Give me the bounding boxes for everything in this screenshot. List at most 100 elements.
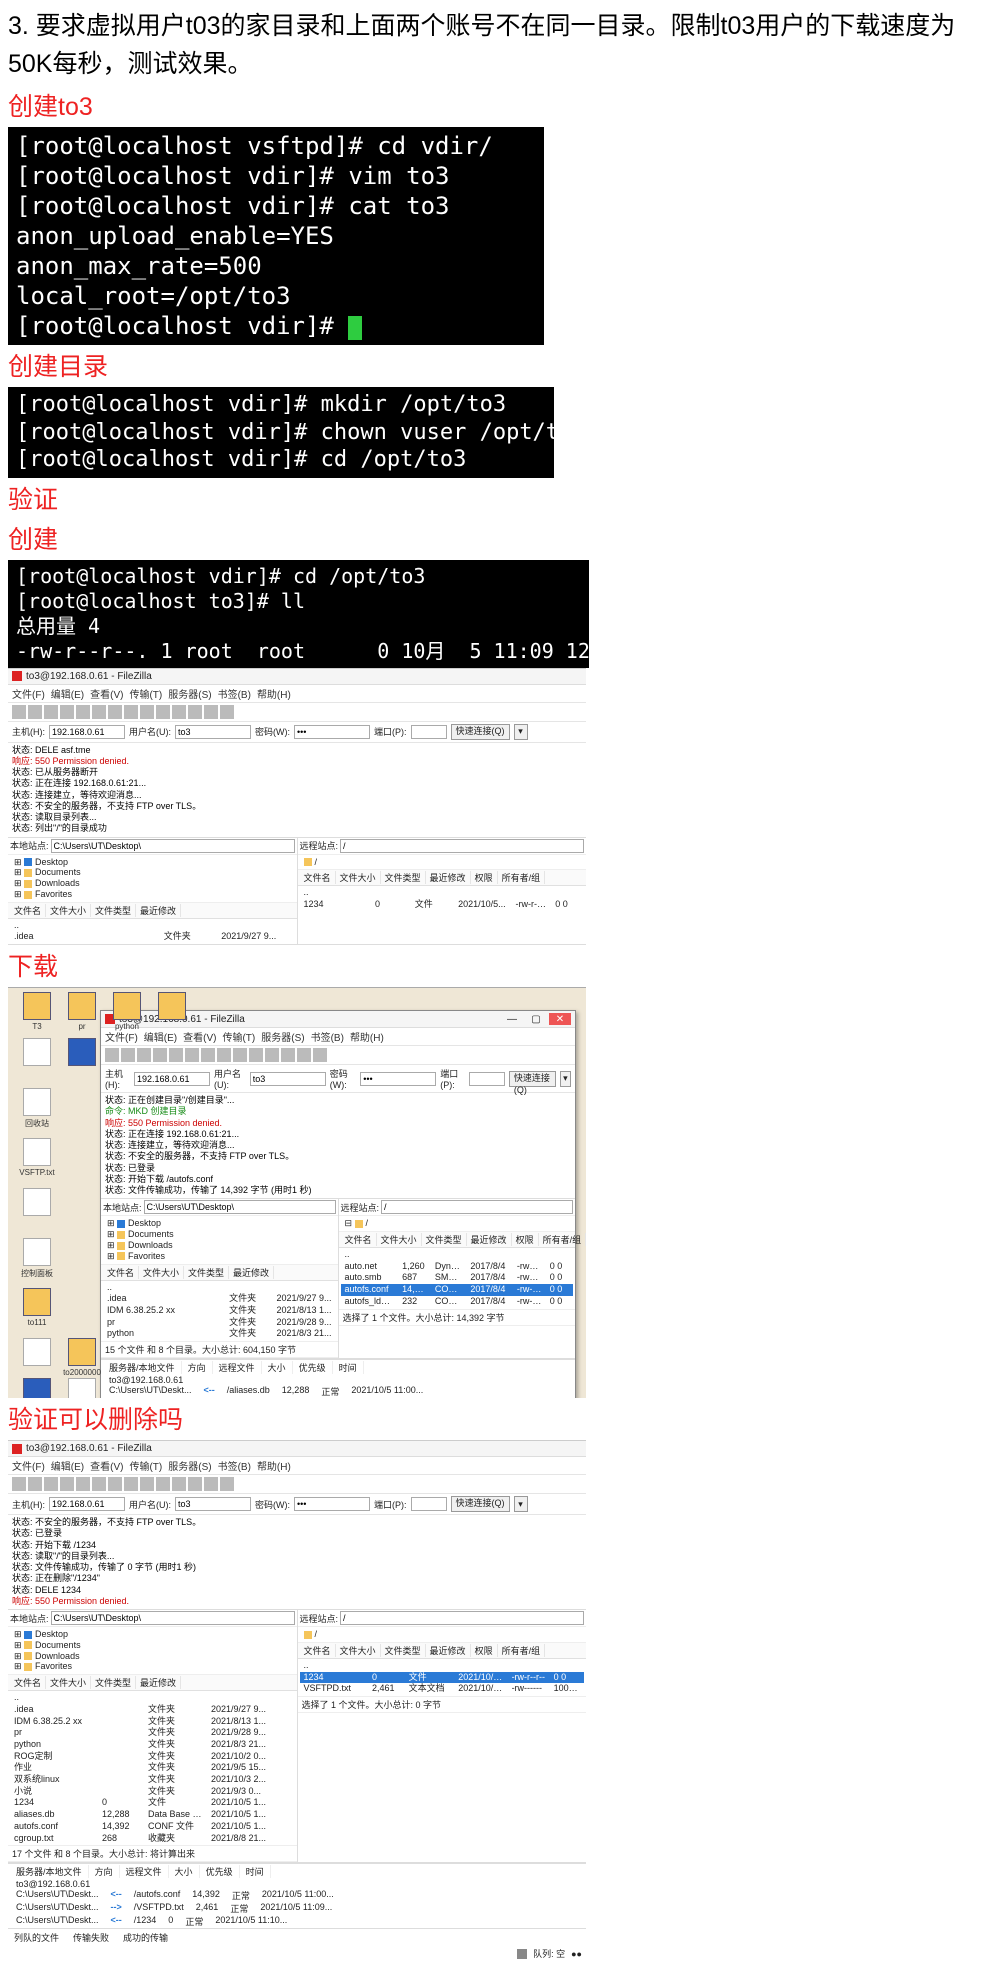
list-item[interactable]: python文件夹2021/8/3 21...	[10, 1739, 295, 1751]
remote-tree[interactable]: ⊟ /	[339, 1216, 576, 1232]
quickconnect-dropdown-icon[interactable]: ▾	[514, 1496, 528, 1512]
host-input[interactable]	[134, 1072, 210, 1086]
toolbar-button-icon[interactable]	[201, 1048, 215, 1062]
desktop-icon[interactable]: aliases.db	[63, 1378, 101, 1398]
column-header[interactable]: 最近修改	[136, 904, 181, 917]
list-item[interactable]: cgroup.txt268收藏夹2021/8/8 21...	[10, 1833, 295, 1845]
maximize-button[interactable]: ▢	[525, 1013, 547, 1025]
menu-item[interactable]: 查看(V)	[90, 1462, 123, 1473]
menubar[interactable]: 文件(F)编辑(E)查看(V)传输(T)服务器(S)书签(B)帮助(H)	[101, 1028, 575, 1046]
column-header[interactable]: 最近修改	[426, 1644, 471, 1657]
desktop-icon[interactable]	[18, 1378, 56, 1398]
column-header[interactable]: 权限	[512, 1233, 539, 1246]
list-item[interactable]: aliases.db12,288Data Base File2021/10/5 …	[10, 1809, 295, 1821]
column-header[interactable]: 文件大小	[336, 871, 381, 884]
column-header[interactable]: 文件类型	[422, 1233, 467, 1246]
bottom-tabs[interactable]: 列队的文件 传输失败 成功的传输	[8, 1928, 586, 1946]
queue-column-header[interactable]: 时间	[240, 1865, 271, 1878]
queue-column-header[interactable]: 优先级	[200, 1865, 240, 1878]
gear-icon[interactable]	[517, 1949, 527, 1959]
list-item[interactable]: autofs.conf14,392CONF 文件2021/10/5 1...	[10, 1821, 295, 1833]
menu-item[interactable]: 服务器(S)	[168, 1462, 211, 1473]
toolbar-button-icon[interactable]	[121, 1048, 135, 1062]
toolbar-button-icon[interactable]	[12, 1477, 26, 1491]
local-tree[interactable]: ⊞ Desktop⊞ Documents⊞ Downloads⊞ Favorit…	[101, 1216, 338, 1264]
toolbar[interactable]	[8, 703, 586, 722]
pass-input[interactable]	[294, 1497, 370, 1511]
tree-item[interactable]: ⊞ Downloads	[14, 1651, 291, 1662]
pass-input[interactable]	[360, 1072, 436, 1086]
quickconnect-button[interactable]: 快速连接(Q)	[451, 1496, 510, 1512]
toolbar-button-icon[interactable]	[188, 1477, 202, 1491]
column-header[interactable]: 文件类型	[91, 904, 136, 917]
desktop-icon[interactable]	[153, 992, 191, 1022]
column-header[interactable]: 文件大小	[46, 904, 91, 917]
host-input[interactable]	[49, 725, 125, 739]
titlebar[interactable]: to3@192.168.0.61 - FileZilla	[8, 1441, 586, 1457]
column-header[interactable]: 所有者/组	[539, 1233, 586, 1246]
menu-item[interactable]: 帮助(H)	[257, 1462, 291, 1473]
local-tree[interactable]: ⊞ Desktop⊞ Documents⊞ Downloads⊞ Favorit…	[8, 855, 297, 903]
toolbar-button-icon[interactable]	[76, 1477, 90, 1491]
column-header[interactable]: 所有者/组	[498, 871, 546, 884]
desktop-icon[interactable]: python	[108, 992, 146, 1031]
column-header[interactable]: 权限	[471, 1644, 498, 1657]
log-panel[interactable]: 状态: 不安全的服务器，不支持 FTP over TLS。状态: 已登录状态: …	[8, 1515, 586, 1610]
list-item[interactable]: 12340文件2021/10/5...-rw-r--r--0 0	[300, 899, 585, 911]
remote-path-input[interactable]	[340, 839, 584, 853]
remote-header-row[interactable]: 文件名文件大小文件类型最近修改权限所有者/组	[298, 1643, 587, 1659]
desktop-icon[interactable]: to111	[18, 1288, 56, 1327]
tab-success[interactable]: 成功的传输	[119, 1930, 172, 1945]
queue-column-header[interactable]: 服务器/本地文件	[10, 1865, 89, 1878]
menu-item[interactable]: 传输(T)	[222, 1033, 255, 1044]
tree-item[interactable]: ⊞ Favorites	[14, 1661, 291, 1672]
toolbar-button-icon[interactable]	[156, 705, 170, 719]
list-item[interactable]: .idea文件夹2021/9/27 9...	[10, 931, 295, 943]
toolbar-button-icon[interactable]	[220, 705, 234, 719]
column-header[interactable]: 文件大小	[46, 1676, 91, 1689]
local-path-input[interactable]	[144, 1200, 336, 1214]
toolbar-button-icon[interactable]	[217, 1048, 231, 1062]
menu-item[interactable]: 传输(T)	[129, 1462, 162, 1473]
toolbar-button-icon[interactable]	[92, 705, 106, 719]
list-item[interactable]: IDM 6.38.25.2 xx文件夹2021/8/13 1...	[10, 1716, 295, 1728]
local-file-list[interactable]: ...idea文件夹2021/9/27 9...IDM 6.38.25.2 xx…	[8, 1691, 297, 1845]
local-header-row[interactable]: 文件名文件大小文件类型最近修改	[8, 903, 297, 919]
host-input[interactable]	[49, 1497, 125, 1511]
toolbar-button-icon[interactable]	[105, 1048, 119, 1062]
queue-row[interactable]: to3@192.168.0.61	[8, 1879, 586, 1889]
tree-item[interactable]: ⊞ Documents	[14, 1640, 291, 1651]
remote-path-input[interactable]	[340, 1611, 584, 1625]
menu-item[interactable]: 传输(T)	[129, 690, 162, 701]
list-item[interactable]: ..	[10, 920, 295, 932]
menu-item[interactable]: 文件(F)	[12, 1462, 45, 1473]
queue-column-header[interactable]: 方向	[89, 1865, 120, 1878]
local-header-row[interactable]: 文件名文件大小文件类型最近修改	[8, 1675, 297, 1691]
remote-header-row[interactable]: 文件名文件大小文件类型最近修改权限所有者/组	[298, 870, 587, 886]
list-item[interactable]: autofs.conf14,392CONF ...2017/8/4-rw-r--…	[341, 1284, 574, 1296]
toolbar-button-icon[interactable]	[188, 705, 202, 719]
list-item[interactable]: autofs_ldap_au...232CONF ...2017/8/4-rw-…	[341, 1296, 574, 1308]
toolbar-button-icon[interactable]	[169, 1048, 183, 1062]
list-item[interactable]: .idea文件夹2021/9/27 9...	[103, 1293, 336, 1305]
menubar[interactable]: 文件(F)编辑(E)查看(V)传输(T)服务器(S)书签(B)帮助(H)	[8, 685, 586, 703]
list-item[interactable]: auto.smb687SMB 文件2017/8/4-rwxr-x...0 0	[341, 1272, 574, 1284]
column-header[interactable]: 文件名	[10, 1676, 46, 1689]
column-header[interactable]: 文件名	[300, 1644, 336, 1657]
tree-item[interactable]: ⊞ Desktop	[14, 857, 291, 868]
queue-rows[interactable]: to3@192.168.0.61 C:\Users\UT\Deskt...<--/…	[8, 1879, 586, 1928]
list-item[interactable]: ..	[103, 1282, 336, 1294]
toolbar-button-icon[interactable]	[28, 1477, 42, 1491]
quickconnect-dropdown-icon[interactable]: ▾	[560, 1071, 571, 1087]
queue-rows[interactable]: to3@192.168.0.61C:\Users\UT\Deskt...<--/…	[101, 1375, 575, 1398]
toolbar-button-icon[interactable]	[124, 705, 138, 719]
column-header[interactable]: 文件类型	[381, 1644, 426, 1657]
queue-column-header[interactable]: 大小	[169, 1865, 200, 1878]
port-input[interactable]	[469, 1072, 505, 1086]
list-item[interactable]: pr文件夹2021/9/28 9...	[103, 1317, 336, 1329]
queue-column-header[interactable]: 优先级	[293, 1361, 333, 1374]
queue-row[interactable]: C:\Users\UT\Deskt...<--/12340正常2021/10/5…	[8, 1915, 586, 1928]
toolbar-button-icon[interactable]	[249, 1048, 263, 1062]
remote-path-input[interactable]	[381, 1200, 573, 1214]
column-header[interactable]: 文件名	[341, 1233, 377, 1246]
